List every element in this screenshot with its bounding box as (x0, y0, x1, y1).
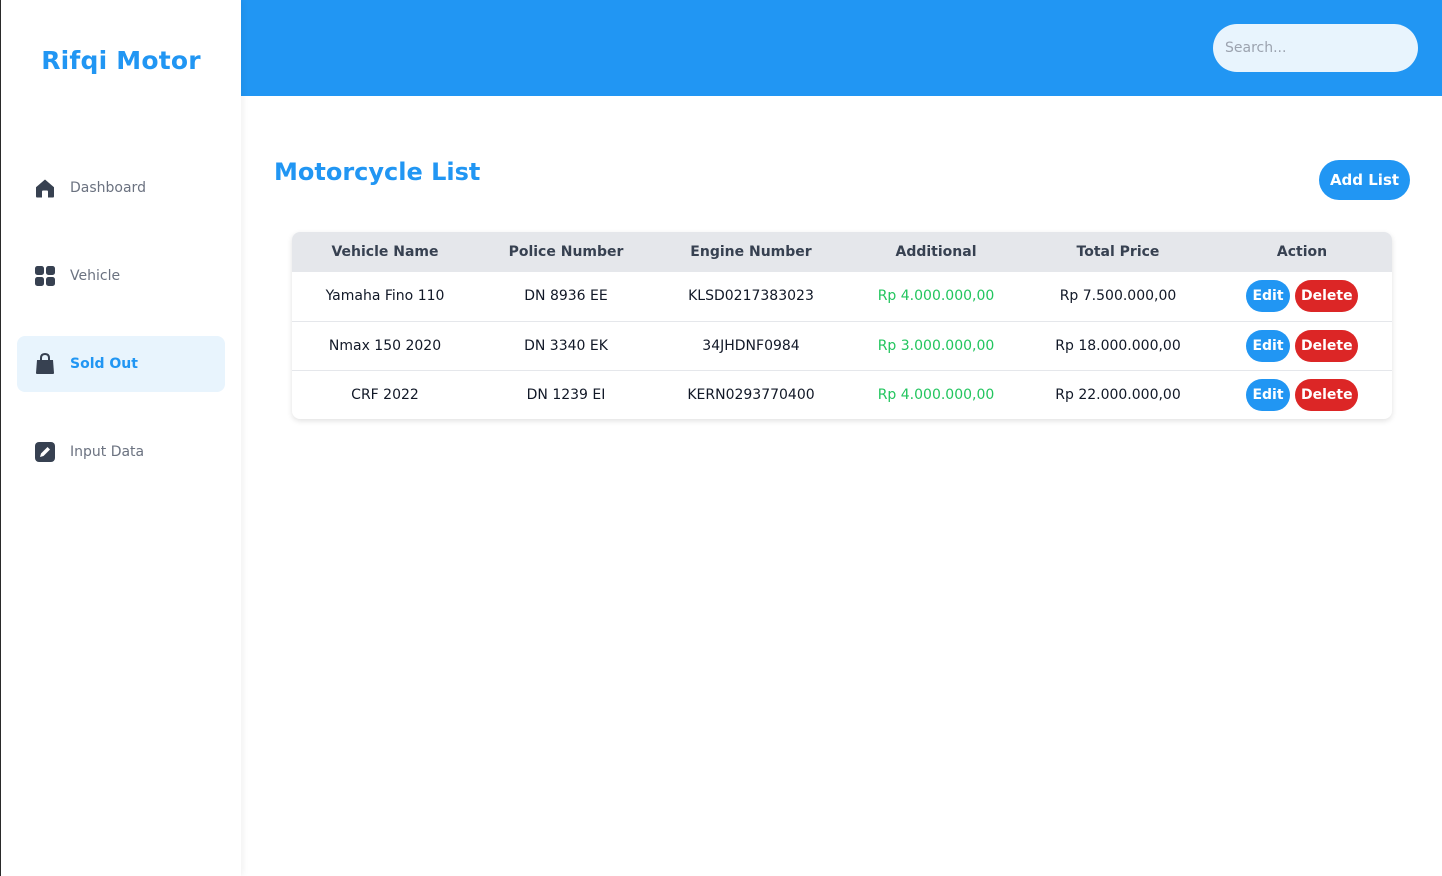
engine-number-cell: 34JHDNF0984 (702, 337, 800, 354)
total-price-cell: Rp 22.000.000,00 (1055, 386, 1181, 403)
table-row: CRF 2022 DN 1239 EI KERN0293770400 Rp 4.… (292, 370, 1392, 419)
delete-button[interactable]: Delete (1295, 329, 1358, 362)
action-cell: Edit Delete (1212, 272, 1392, 321)
delete-button[interactable]: Delete (1295, 280, 1358, 313)
column-header-additional: Additional (895, 244, 977, 260)
police-number-cell: DN 1239 EI (526, 386, 606, 403)
table-row: Yamaha Fino 110 DN 8936 EE KLSD021738302… (292, 272, 1392, 321)
edit-button[interactable]: Edit (1246, 329, 1290, 362)
additional-cell: Rp 4.000.000,00 (877, 386, 995, 403)
sidebar-item-vehicle[interactable]: Vehicle (17, 248, 225, 304)
home-icon (34, 177, 56, 199)
additional-cell: Rp 4.000.000,00 (877, 288, 995, 305)
sidebar-item-label: Dashboard (70, 180, 146, 196)
table-header-row: Vehicle Name Police Number Engine Number… (292, 232, 1392, 272)
brand-logo[interactable]: Rifqi Motor (1, 46, 241, 75)
column-header-vehicle-name: Vehicle Name (331, 244, 439, 260)
vehicle-name-cell: Nmax 150 2020 (328, 337, 442, 354)
total-price-cell: Rp 18.000.000,00 (1055, 337, 1181, 354)
action-cell: Edit Delete (1212, 370, 1392, 419)
additional-cell: Rp 3.000.000,00 (877, 337, 995, 354)
column-header-police-number: Police Number (508, 244, 624, 260)
sidebar-item-dashboard[interactable]: Dashboard (17, 160, 225, 216)
top-header (241, 0, 1442, 96)
shopping-bag-icon (34, 353, 56, 375)
engine-number-cell: KERN0293770400 (687, 386, 815, 403)
edit-button[interactable]: Edit (1246, 280, 1290, 313)
sidebar-item-label: Vehicle (70, 268, 121, 284)
column-header-engine-number: Engine Number (690, 244, 812, 260)
sidebar: Rifqi Motor Dashboard Vehicle Sold Out I… (1, 0, 241, 876)
column-header-total-price: Total Price (1076, 244, 1160, 260)
sidebar-item-input-data[interactable]: Input Data (17, 424, 225, 480)
motorcycle-table: Vehicle Name Police Number Engine Number… (292, 232, 1392, 419)
app-root: Rifqi Motor Dashboard Vehicle Sold Out I… (0, 0, 1442, 876)
edit-icon (34, 441, 56, 463)
delete-button[interactable]: Delete (1295, 378, 1358, 411)
sidebar-item-label: Input Data (70, 444, 145, 460)
engine-number-cell: KLSD0217383023 (688, 288, 814, 305)
police-number-cell: DN 3340 EK (524, 337, 608, 354)
vehicle-name-cell: Yamaha Fino 110 (325, 288, 445, 305)
page-title: Motorcycle List (274, 158, 481, 186)
search-input[interactable] (1213, 24, 1418, 72)
total-price-cell: Rp 7.500.000,00 (1059, 288, 1177, 305)
sidebar-item-sold-out[interactable]: Sold Out (17, 336, 225, 392)
grid-icon (34, 265, 56, 287)
action-cell: Edit Delete (1212, 321, 1392, 370)
add-list-button[interactable]: Add List (1319, 160, 1410, 200)
edit-button[interactable]: Edit (1246, 378, 1290, 411)
vehicle-name-cell: CRF 2022 (351, 386, 419, 403)
table-row: Nmax 150 2020 DN 3340 EK 34JHDNF0984 Rp … (292, 321, 1392, 370)
police-number-cell: DN 8936 EE (524, 288, 608, 305)
column-header-action: Action (1276, 244, 1328, 260)
sidebar-item-label: Sold Out (70, 356, 138, 372)
